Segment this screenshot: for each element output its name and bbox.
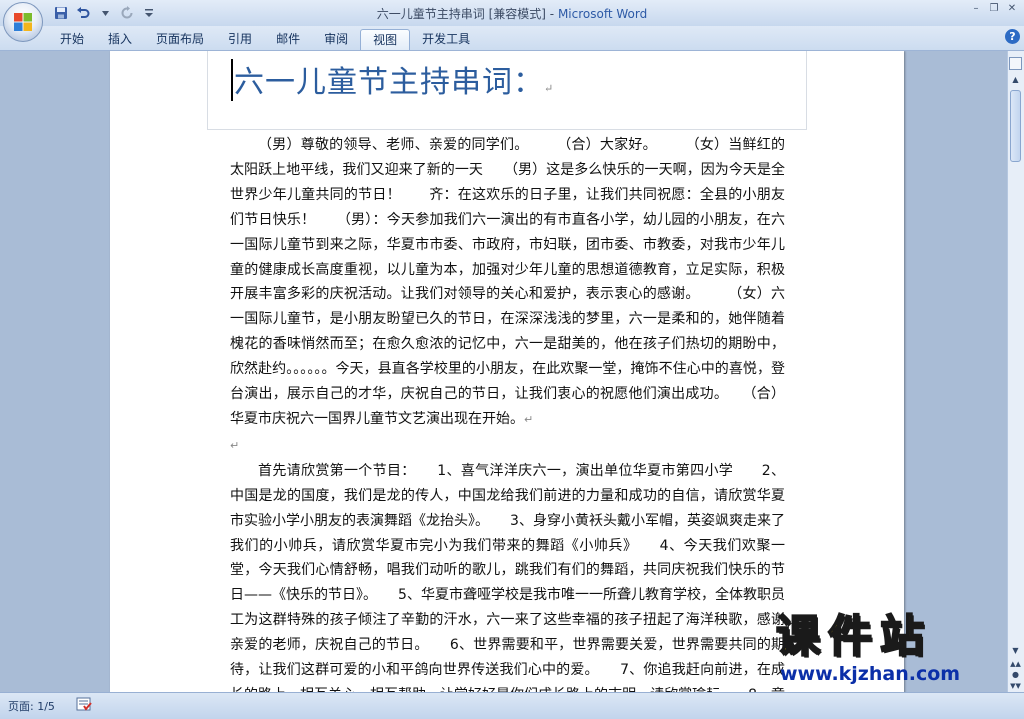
paragraph: （男）尊敬的领导、老师、亲爱的同学们。 （合）大家好。 （女）当鲜红的太阳跃上地… [230, 133, 785, 433]
restore-icon: ❐ [989, 3, 999, 14]
proofing-icon[interactable] [76, 697, 92, 712]
tab-developer[interactable]: 开发工具 [410, 29, 482, 49]
tab-home[interactable]: 开始 [48, 29, 96, 49]
help-button[interactable]: ? [1005, 29, 1020, 44]
page-indicator[interactable]: 页面: 1/5 [8, 698, 55, 714]
office-logo-icon [14, 13, 32, 31]
paragraph-text: 首先请欣赏第一个节目： 1、喜气洋洋庆六一，演出单位华夏市第四小学 2、中国是龙… [230, 462, 785, 692]
scroll-up-button[interactable]: ▲ [1009, 73, 1022, 87]
arrow-up-icon: ▲ [1012, 75, 1019, 84]
vertical-scrollbar[interactable]: ▲ ▼ ▲▲ ● ▼▼ [1007, 51, 1024, 692]
empty-paragraph: ↵ [230, 433, 785, 459]
status-bar: 页面: 1/5 [0, 692, 1024, 719]
minimize-icon: – [973, 3, 979, 14]
paragraph-text: （男）尊敬的领导、老师、亲爱的同学们。 （合）大家好。 （女）当鲜红的太阳跃上地… [230, 137, 785, 427]
tab-view[interactable]: 视图 [360, 29, 411, 50]
office-button[interactable] [3, 2, 43, 42]
tab-mailings[interactable]: 邮件 [264, 29, 312, 49]
watermark-chinese: 课件站 [775, 611, 932, 663]
watermark-url: www.kjzhan.com [780, 663, 961, 685]
close-button[interactable]: ✕ [1004, 2, 1020, 16]
restore-button[interactable]: ❐ [986, 2, 1002, 16]
title-separator: - [545, 7, 558, 21]
document-body[interactable]: （男）尊敬的领导、老师、亲爱的同学们。 （合）大家好。 （女）当鲜红的太阳跃上地… [230, 133, 785, 692]
document-workspace: 六一儿童节主持串词：↵ （男）尊敬的领导、老师、亲爱的同学们。 （合）大家好。 … [0, 51, 1008, 692]
document-page[interactable]: 六一儿童节主持串词：↵ （男）尊敬的领导、老师、亲爱的同学们。 （合）大家好。 … [110, 51, 904, 692]
view-ruler-button[interactable] [1009, 57, 1022, 70]
text-cursor [231, 59, 233, 101]
ribbon-tabs: 开始 插入 页面布局 引用 邮件 审阅 视图 开发工具 [48, 29, 482, 50]
document-title-text: 六一儿童节主持串词： [234, 65, 544, 100]
title-bar: 六一儿童节主持串词 [兼容模式] - Microsoft Word – ❐ ✕ [0, 0, 1024, 26]
tab-review[interactable]: 审阅 [312, 29, 360, 49]
tab-references[interactable]: 引用 [216, 29, 264, 49]
ribbon: 开始 插入 页面布局 引用 邮件 审阅 视图 开发工具 ? [0, 26, 1024, 51]
paragraph-mark: ↵ [544, 82, 555, 95]
document-title[interactable]: 六一儿童节主持串词：↵ [234, 57, 554, 101]
paragraph-mark: ↵ [230, 438, 240, 452]
document-name: 六一儿童节主持串词 [兼容模式] [376, 7, 546, 21]
tab-page-layout[interactable]: 页面布局 [144, 29, 216, 49]
scroll-thumb[interactable] [1010, 90, 1021, 162]
paragraph-mark: ↵ [524, 412, 534, 426]
paragraph: 首先请欣赏第一个节目： 1、喜气洋洋庆六一，演出单位华夏市第四小学 2、中国是龙… [230, 459, 785, 692]
help-icon: ? [1009, 30, 1016, 43]
window-controls: – ❐ ✕ [968, 2, 1020, 16]
tab-insert[interactable]: 插入 [96, 29, 144, 49]
app-name: Microsoft Word [557, 7, 648, 21]
site-watermark: 课件站 www.kjzhan.com [775, 611, 1016, 686]
window-title: 六一儿童节主持串词 [兼容模式] - Microsoft Word [0, 5, 1024, 22]
close-icon: ✕ [1007, 3, 1017, 14]
minimize-button[interactable]: – [968, 2, 984, 16]
